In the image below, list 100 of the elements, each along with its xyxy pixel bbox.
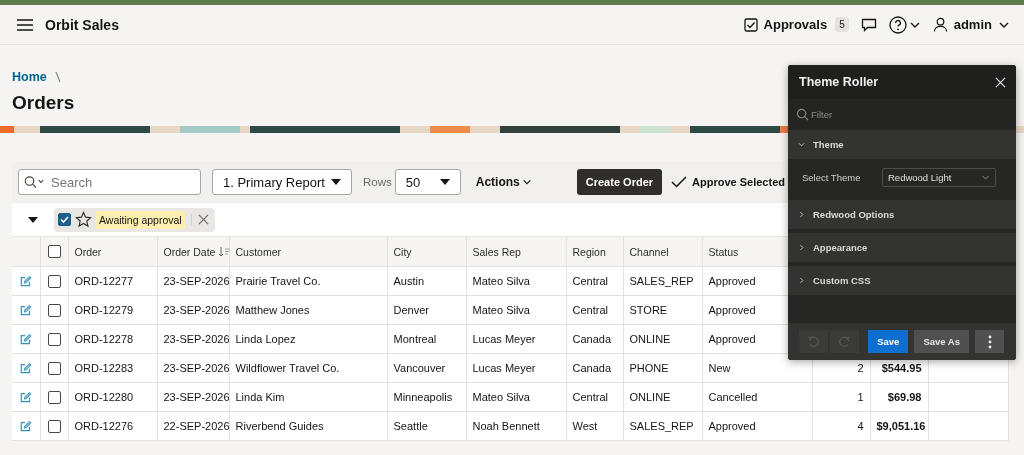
theme-select[interactable]: Redwood Light	[882, 168, 996, 187]
table-cell: ORD-12280	[68, 382, 157, 412]
table-cell: $9,051.16	[870, 411, 928, 441]
table-cell: Austin	[387, 266, 466, 296]
table-cell: Minneapolis	[387, 382, 466, 412]
table-cell: Linda Lopez	[229, 324, 387, 354]
table-cell: Canada	[566, 353, 623, 383]
table-cell: 4	[812, 411, 870, 441]
table-cell: ORD-12279	[68, 295, 157, 325]
checkbox[interactable]	[47, 245, 61, 258]
column-header[interactable]: Order	[74, 245, 102, 258]
table-cell: Matthew Jones	[229, 295, 387, 325]
chat-button[interactable]	[860, 17, 877, 32]
dropdown-icon	[439, 179, 450, 185]
breadcrumb-link[interactable]: Home	[12, 70, 47, 84]
checkbox-icon	[743, 17, 758, 32]
caret-icon	[981, 173, 990, 182]
checkbox[interactable]	[47, 332, 61, 346]
close-button[interactable]	[995, 76, 1006, 88]
table-cell: SALES_REP	[623, 411, 702, 441]
table-cell: Lucas Meyer	[466, 324, 566, 354]
chat-icon	[860, 17, 877, 32]
table-cell: Montreal	[387, 324, 466, 354]
save-button[interactable]: Save	[868, 330, 909, 353]
checkbox[interactable]	[58, 213, 71, 226]
count-badge: 5	[835, 17, 849, 32]
checkbox[interactable]	[47, 303, 61, 317]
checkbox[interactable]	[47, 361, 61, 375]
page-title: Orders	[12, 92, 75, 115]
rows-label: Rows	[363, 176, 392, 188]
user-menu[interactable]: admin	[932, 17, 1010, 32]
table-cell: STORE	[623, 295, 702, 325]
section-header[interactable]: Custom CSS	[788, 266, 1016, 295]
table-cell: ORD-12283	[68, 353, 157, 383]
menu-icon	[17, 18, 33, 31]
table-cell: Central	[566, 266, 623, 296]
rows-select[interactable]: 50	[394, 169, 461, 195]
field-label: Select Theme	[802, 172, 862, 183]
section-header[interactable]: Theme	[788, 130, 1016, 159]
filter-chip[interactable]: Awaiting approval	[54, 207, 215, 232]
separator-icon	[54, 71, 61, 83]
section-header[interactable]: Redwood Options	[788, 200, 1016, 229]
table-cell: Central	[566, 295, 623, 325]
edit-icon[interactable]	[19, 362, 32, 374]
column-header[interactable]: City	[393, 245, 412, 258]
approve-selected-button[interactable]: Approve Selected	[671, 176, 785, 188]
create-order-button[interactable]: Create Order	[576, 169, 663, 195]
actions-menu[interactable]: Actions	[475, 175, 532, 189]
edit-icon[interactable]	[19, 275, 32, 287]
close-icon	[197, 214, 209, 225]
edit-icon[interactable]	[19, 420, 32, 432]
table-cell: Lucas Meyer	[466, 353, 566, 383]
collapse-icon[interactable]	[28, 214, 38, 225]
approvals-button[interactable]: Approvals 5	[743, 17, 849, 32]
search-field[interactable]: Search	[18, 169, 201, 195]
table-cell: ONLINE	[623, 324, 702, 354]
checkbox[interactable]	[47, 390, 61, 404]
table-cell: Mateo Silva	[466, 266, 566, 296]
column-header[interactable]: Status	[708, 245, 739, 258]
table-cell: Mateo Silva	[466, 382, 566, 412]
star-icon	[75, 211, 92, 228]
save-as-button[interactable]: Save As	[914, 330, 969, 353]
remove-filter-button[interactable]	[190, 214, 211, 225]
table-cell: Riverbend Guides	[229, 411, 387, 441]
table-cell: Mateo Silva	[466, 295, 566, 325]
table-cell: Cancelled	[702, 382, 812, 412]
table-cell: Central	[566, 382, 623, 412]
undo-icon	[807, 335, 820, 348]
caret-icon	[521, 177, 532, 187]
dropdown-icon	[331, 179, 341, 185]
user-icon	[932, 17, 948, 32]
table-cell: Seattle	[387, 411, 466, 441]
filter-field[interactable]: Filter	[788, 99, 1016, 130]
section-header[interactable]: Appearance	[788, 233, 1016, 262]
filter-label: Awaiting approval	[96, 210, 185, 229]
panel-title: Theme Roller	[799, 75, 879, 89]
table-cell: $69.98	[870, 382, 928, 412]
redo-icon	[838, 335, 851, 348]
table-cell: Linda Kim	[229, 382, 387, 412]
kebab-icon	[987, 334, 992, 349]
table-cell: Vancouver	[387, 353, 466, 383]
table-cell: SALES_REP	[623, 266, 702, 296]
close-icon	[995, 76, 1006, 88]
column-header[interactable]: Customer	[235, 245, 281, 258]
table-cell: ORD-12277	[68, 266, 157, 296]
checkbox[interactable]	[47, 419, 61, 433]
check-icon	[671, 176, 688, 188]
checkbox[interactable]	[47, 274, 61, 288]
report-select[interactable]: 1. Primary Report	[212, 169, 352, 195]
table-cell: ORD-12276	[68, 411, 157, 441]
table-cell: ORD-12278	[68, 324, 157, 354]
table-cell: Noah Bennett	[466, 411, 566, 441]
edit-icon[interactable]	[19, 333, 32, 345]
table-cell: 1	[812, 382, 870, 412]
more-button[interactable]	[975, 330, 1004, 353]
edit-icon[interactable]	[19, 391, 32, 403]
menu-button[interactable]	[17, 18, 33, 31]
table-cell: Wildflower Travel Co.	[229, 353, 387, 383]
edit-icon[interactable]	[19, 304, 32, 316]
help-button[interactable]	[888, 15, 921, 34]
